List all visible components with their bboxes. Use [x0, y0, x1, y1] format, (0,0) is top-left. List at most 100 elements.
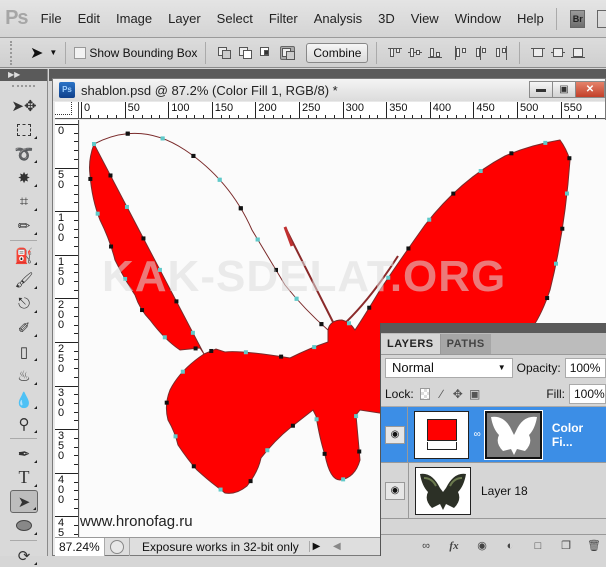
ruler-v-minor-tick	[74, 403, 78, 405]
subtract-from-shape-area-icon[interactable]	[238, 46, 253, 60]
link-layers-icon[interactable]: ∞	[419, 540, 433, 552]
exclude-overlapping-shape-areas-icon[interactable]	[280, 45, 296, 60]
distribute-vertical-centers-icon[interactable]	[550, 45, 566, 61]
layer-name[interactable]: Layer 18	[481, 484, 528, 498]
type-tool-icon[interactable]: T	[10, 466, 38, 489]
show-bounding-box-checkbox[interactable]	[74, 46, 87, 59]
align-vertical-centers-icon[interactable]	[407, 45, 423, 61]
tab-paths[interactable]: PATHS	[439, 334, 491, 354]
menu-select[interactable]: Select	[209, 11, 261, 26]
anchor-point	[406, 246, 411, 251]
adjustment-layer-icon[interactable]: ◐	[503, 540, 517, 552]
minimize-button[interactable]: ▬	[529, 81, 553, 98]
clone-stamp-tool-icon[interactable]: ⎋	[10, 292, 38, 315]
new-layer-icon[interactable]: ❐	[559, 540, 573, 552]
lock-all-icon[interactable]: ▣	[469, 388, 480, 400]
visibility-eye-icon[interactable]: ◉	[385, 425, 405, 444]
distribute-top-edges-icon[interactable]	[530, 45, 546, 61]
anchor-point	[125, 131, 130, 136]
align-top-edges-icon[interactable]	[387, 45, 403, 61]
blur-tool-icon[interactable]: 💧	[10, 388, 38, 411]
ruler-h-label: 50	[124, 102, 140, 118]
menu-3d[interactable]: 3D	[370, 11, 403, 26]
align-left-edges-icon[interactable]	[453, 45, 469, 61]
menu-layer[interactable]: Layer	[160, 11, 209, 26]
horizontal-scroll-left[interactable]: ◀	[333, 541, 341, 552]
delete-layer-icon[interactable]: 🗑	[587, 540, 601, 552]
menu-image[interactable]: Image	[108, 11, 160, 26]
new-group-icon[interactable]: □	[531, 540, 545, 552]
photoshop-logo: Ps	[5, 7, 28, 29]
add-mask-icon[interactable]: ◉	[475, 540, 489, 552]
tool-preset-dropdown[interactable]: ▼	[49, 48, 57, 57]
align-right-edges-icon[interactable]	[493, 45, 509, 61]
layers-panel-header[interactable]	[381, 323, 606, 333]
visibility-eye-icon[interactable]: ◉	[385, 481, 405, 500]
zoom-level-field[interactable]: 87.24%	[55, 537, 105, 556]
status-menu-arrow[interactable]: ▶	[309, 541, 323, 552]
path-selection-tool-icon[interactable]: ➤	[10, 490, 38, 513]
layer-row-color-fill[interactable]: ◉ ∞ Color Fi...	[381, 406, 606, 463]
menu-window[interactable]: Window	[447, 11, 509, 26]
menu-help[interactable]: Help	[509, 11, 552, 26]
move-tool-icon[interactable]: ➤✥	[10, 94, 38, 117]
menu-view[interactable]: View	[403, 11, 447, 26]
lasso-tool-icon[interactable]: ➰	[10, 142, 38, 165]
anchor-point	[108, 173, 113, 178]
magic-wand-tool-icon[interactable]: ✸	[10, 166, 38, 189]
tools-grip[interactable]	[12, 85, 35, 93]
layer-row-layer-18[interactable]: ◉ Layer 18	[381, 462, 606, 519]
lock-image-pixels-icon[interactable]: ∕	[436, 388, 446, 400]
menu-edit[interactable]: Edit	[70, 11, 108, 26]
paint-bucket-tool-icon[interactable]: ♨	[10, 364, 38, 387]
ruler-h-minor-tick	[595, 115, 597, 118]
distribute-bottom-edges-icon[interactable]	[570, 45, 586, 61]
close-button[interactable]: ✕	[575, 81, 605, 98]
ruler-h-minor-tick	[246, 115, 248, 118]
fx-icon[interactable]: fx	[447, 540, 461, 552]
eyedropper-tool-icon[interactable]: ✏	[10, 214, 38, 237]
options-grip[interactable]	[10, 40, 16, 65]
ruler-origin[interactable]	[55, 102, 79, 119]
ellipse-tool-icon[interactable]	[10, 514, 38, 537]
tab-layers[interactable]: LAYERS	[381, 334, 440, 354]
rectangular-marquee-tool-icon[interactable]	[10, 118, 38, 141]
align-horizontal-centers-icon[interactable]	[473, 45, 489, 61]
eraser-tool-icon[interactable]: ▯	[10, 340, 38, 363]
layer-18-thumbnail[interactable]	[415, 466, 471, 515]
horizontal-ruler[interactable]: 0 50 100 150 200 250 300 350 400 450 500 550	[79, 102, 605, 119]
vertical-ruler[interactable]: 050100150200250300350400450	[55, 120, 79, 537]
crop-tool-icon[interactable]: ⌗	[10, 190, 38, 213]
fill-input[interactable]: 100%	[569, 383, 606, 404]
history-brush-tool-icon[interactable]: ✐	[10, 316, 38, 339]
menu-file[interactable]: File	[33, 11, 70, 26]
menu-analysis[interactable]: Analysis	[306, 11, 370, 26]
status-info-icon[interactable]	[110, 539, 124, 554]
dodge-tool-icon[interactable]: ⚲	[10, 412, 38, 435]
align-bottom-edges-icon[interactable]	[427, 45, 443, 61]
blend-mode-select[interactable]: Normal	[385, 358, 513, 378]
spot-healing-brush-tool-icon[interactable]: ⛽	[10, 244, 38, 267]
lock-transparent-pixels-icon[interactable]	[419, 387, 431, 400]
vector-mask-thumbnail[interactable]	[484, 409, 543, 460]
anchor-point	[509, 151, 514, 156]
path-selection-arrow-icon[interactable]: ➤	[30, 43, 43, 63]
color-fill-thumbnail[interactable]	[414, 410, 470, 459]
document-tab[interactable]: Ps shablon.psd @ 87.2% (Color Fill 1, RG…	[53, 79, 605, 101]
combine-button[interactable]: Combine	[306, 42, 369, 63]
anchor-point	[140, 308, 145, 313]
intersect-shape-areas-icon[interactable]	[259, 46, 274, 60]
layer-name[interactable]: Color Fi...	[552, 421, 606, 449]
opacity-input[interactable]: 100%	[564, 358, 606, 378]
bridge-button[interactable]: Br	[570, 9, 586, 28]
brush-tool-icon[interactable]: 🖌	[10, 268, 38, 291]
tools-collapse-button[interactable]: ▶▶	[0, 69, 47, 81]
minibridge-button[interactable]	[597, 9, 606, 28]
maximize-button[interactable]: ▣	[552, 81, 576, 98]
lock-position-icon[interactable]: ✥	[453, 388, 463, 400]
pen-tool-icon[interactable]: ✒	[10, 442, 38, 465]
menu-filter[interactable]: Filter	[261, 11, 306, 26]
ruler-h-minor-tick	[586, 115, 588, 118]
mask-link-icon[interactable]: ∞	[472, 429, 482, 440]
add-to-shape-area-icon[interactable]	[217, 46, 232, 60]
